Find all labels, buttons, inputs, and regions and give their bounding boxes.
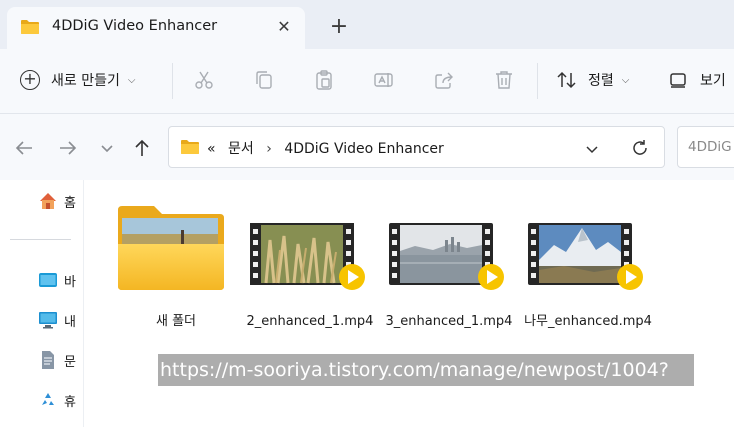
sort-button[interactable]: 정렬 ⌵ — [556, 67, 629, 93]
breadcrumb-item-current[interactable]: 4DDiG Video Enhancer — [284, 141, 443, 157]
recycle-bin-icon — [42, 393, 54, 405]
folder-icon — [181, 140, 199, 154]
navigation-bar: « 문서 › 4DDiG Video Enhancer 4DDiG — [0, 114, 734, 180]
back-arrow-icon[interactable] — [13, 137, 35, 159]
chevron-down-icon: ⌵ — [621, 74, 630, 86]
this-pc-icon — [39, 312, 57, 329]
breadcrumb-overflow[interactable]: « — [207, 141, 216, 157]
sidebar-item-label: 홈 — [64, 195, 76, 211]
new-tab-icon[interactable]: + — [326, 14, 352, 40]
tab-strip: 4DDiG Video Enhancer ✕ + — [0, 0, 734, 49]
chevron-down-icon: ⌵ — [127, 74, 136, 86]
view-button[interactable]: 보기 — [668, 67, 726, 93]
close-tab-icon[interactable]: ✕ — [275, 18, 293, 36]
view-icon — [670, 73, 686, 88]
home-icon — [40, 193, 56, 209]
chevron-down-icon[interactable] — [583, 140, 601, 158]
delete-icon[interactable] — [493, 69, 515, 91]
new-button[interactable]: + 새로 만들기 ⌵ — [20, 67, 135, 93]
recent-locations-chevron-icon[interactable] — [96, 137, 118, 159]
search-placeholder: 4DDiG — [688, 139, 732, 155]
file-name: 2_enhanced_1.mp4 — [246, 314, 374, 329]
plus-circle-icon: + — [20, 70, 40, 90]
tab-title: 4DDiG Video Enhancer — [52, 18, 218, 34]
breadcrumb: « 문서 › 4DDiG Video Enhancer — [207, 138, 444, 158]
up-arrow-icon[interactable] — [131, 137, 153, 159]
cut-icon[interactable] — [193, 69, 215, 91]
tab-4ddig-video-enhancer[interactable]: 4DDiG Video Enhancer ✕ — [7, 7, 305, 49]
toolbar-divider — [537, 63, 538, 99]
navigation-pane: 홈 바 내 문 휴 — [0, 180, 84, 427]
video-thumbnail-icon — [250, 223, 365, 290]
address-bar[interactable]: « 문서 › 4DDiG Video Enhancer — [168, 126, 665, 168]
file-name: 나무_enhanced.mp4 — [524, 314, 652, 329]
sidebar-item-this-pc[interactable]: 내 — [38, 309, 76, 331]
folder-icon — [21, 20, 39, 34]
breadcrumb-separator[interactable]: › — [266, 141, 272, 157]
sidebar-item-label: 휴 — [64, 394, 76, 410]
new-button-label: 새로 만들기 — [51, 73, 120, 89]
file-view: 새 폴더 2_enhanced_1.mp4 3_enhanced_1.mp4 나… — [84, 180, 734, 427]
sidebar-item-desktop[interactable]: 바 — [38, 269, 76, 291]
paste-icon[interactable] — [313, 69, 335, 91]
toolbar-divider — [172, 63, 173, 99]
folder-thumbnail-icon — [118, 206, 224, 290]
rename-icon[interactable] — [373, 69, 395, 91]
url-watermark: https://m-sooriya.tistory.com/manage/new… — [158, 354, 694, 386]
sidebar-item-home[interactable]: 홈 — [38, 190, 76, 212]
breadcrumb-item-documents[interactable]: 문서 — [228, 141, 254, 157]
sidebar-item-label: 내 — [64, 314, 76, 330]
view-label: 보기 — [700, 73, 726, 89]
share-icon[interactable] — [433, 69, 455, 91]
file-name: 3_enhanced_1.mp4 — [385, 314, 513, 329]
file-name: 새 폴더 — [155, 314, 196, 329]
sidebar-item-recycle-bin[interactable]: 휴 — [38, 389, 76, 411]
desktop-icon — [39, 273, 57, 287]
command-bar: + 새로 만들기 ⌵ 정렬 ⌵ 보기 — [0, 49, 734, 114]
documents-icon — [42, 351, 54, 369]
video-thumbnail-icon — [389, 223, 504, 290]
search-box[interactable]: 4DDiG — [677, 126, 734, 168]
forward-arrow-icon[interactable] — [57, 137, 79, 159]
refresh-icon[interactable] — [631, 139, 649, 157]
sidebar-item-label: 바 — [64, 274, 76, 290]
sidebar-item-documents[interactable]: 문 — [38, 349, 76, 371]
sort-icon — [557, 71, 576, 89]
sidebar-divider — [10, 239, 71, 240]
sidebar-item-label: 문 — [64, 354, 76, 370]
video-thumbnail-icon — [528, 223, 643, 290]
sort-label: 정렬 — [588, 73, 614, 89]
copy-icon[interactable] — [253, 69, 275, 91]
